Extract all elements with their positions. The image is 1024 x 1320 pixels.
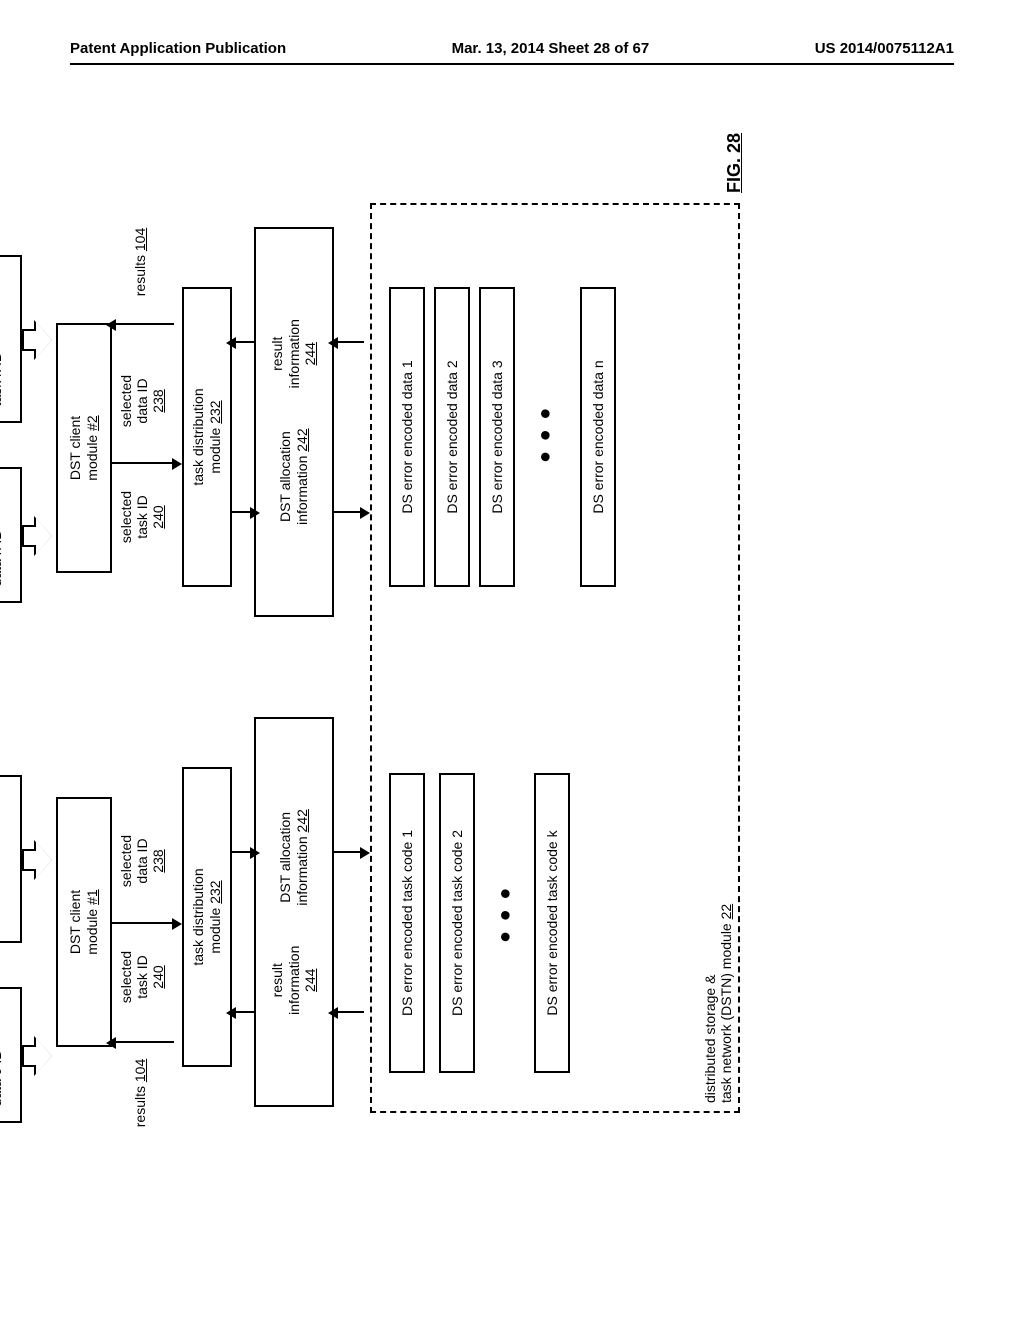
line — [334, 1011, 364, 1013]
left-dst-alloc: DST allocation information 242 — [277, 809, 311, 906]
arrowhead-icon — [360, 507, 370, 519]
right-list-of-data: list of data 234 - data 1 ID - data 2 ID… — [0, 467, 22, 603]
right-dst-client-module: DST client module #2 — [56, 323, 112, 573]
arrowhead-icon — [360, 847, 370, 859]
arrowhead-icon — [226, 1007, 236, 1019]
line — [112, 462, 174, 464]
line — [112, 922, 174, 924]
left-list-of-tasks: list of task codes 236 - task 1 ID - tas… — [0, 775, 22, 943]
arrowhead-icon — [250, 507, 260, 519]
data-box: DS error encoded data n — [580, 287, 616, 587]
dots-icon: ● ● ● — [534, 406, 557, 463]
arrowhead-icon — [226, 337, 236, 349]
left-list-of-data: list of data 234 - data 1 ID - data 2 ID… — [0, 987, 22, 1123]
task-code-box: DS error encoded task code k — [534, 773, 570, 1073]
task-code-box: DS error encoded task code 1 — [389, 773, 425, 1073]
dots-icon: ● ● ● — [494, 886, 517, 943]
left-task-dist-module: task distribution module 232 — [182, 767, 232, 1067]
left-dst-client-module: DST client module #1 — [56, 797, 112, 1047]
right-results-label: results 104 — [132, 217, 148, 307]
right-list-of-tasks: list of task codes 236 - task 1 ID - tas… — [0, 255, 22, 423]
figure-stage: list of data 234 - data 1 ID - data 2 ID… — [0, 283, 954, 1163]
right-sel-data-label: selected data ID 238 — [118, 361, 166, 441]
right-task-dist-module: task distribution module 232 — [182, 287, 232, 587]
arrowhead-icon — [106, 319, 116, 331]
hdr-center: Mar. 13, 2014 Sheet 28 of 67 — [452, 40, 650, 57]
left-info-box: result information 244 DST allocation in… — [254, 717, 334, 1107]
left-sel-task-label: selected task ID 240 — [118, 937, 166, 1017]
arrowhead-icon — [172, 458, 182, 470]
task-code-box: DS error encoded task code 2 — [439, 773, 475, 1073]
arrowhead-icon — [250, 847, 260, 859]
page-header: Patent Application Publication Mar. 13, … — [70, 40, 954, 65]
right-sel-task-label: selected task ID 240 — [118, 477, 166, 557]
right-result-info: result information 244 — [269, 319, 319, 388]
hdr-right: US 2014/0075112A1 — [815, 40, 954, 57]
right-info-box: DST allocation information 242 result in… — [254, 227, 334, 617]
left-results-label: results 104 — [132, 1057, 148, 1129]
line — [334, 341, 364, 343]
figure-number: FIG. 28 — [724, 133, 745, 193]
dstn-label: distributed storage & task network (DSTN… — [702, 904, 734, 1103]
data-box: DS error encoded data 2 — [434, 287, 470, 587]
hdr-left: Patent Application Publication — [70, 40, 286, 57]
left-result-info: result information 244 — [269, 946, 319, 1015]
arrowhead-icon — [172, 918, 182, 930]
arrowhead-icon — [328, 1007, 338, 1019]
left-sel-data-label: selected data ID 238 — [118, 821, 166, 901]
data-box: DS error encoded data 3 — [479, 287, 515, 587]
line — [112, 1041, 174, 1043]
arrowhead-icon — [328, 337, 338, 349]
line — [112, 323, 174, 325]
right-dst-alloc: DST allocation information 242 — [277, 428, 311, 525]
arrowhead-icon — [106, 1037, 116, 1049]
data-box: DS error encoded data 1 — [389, 287, 425, 587]
